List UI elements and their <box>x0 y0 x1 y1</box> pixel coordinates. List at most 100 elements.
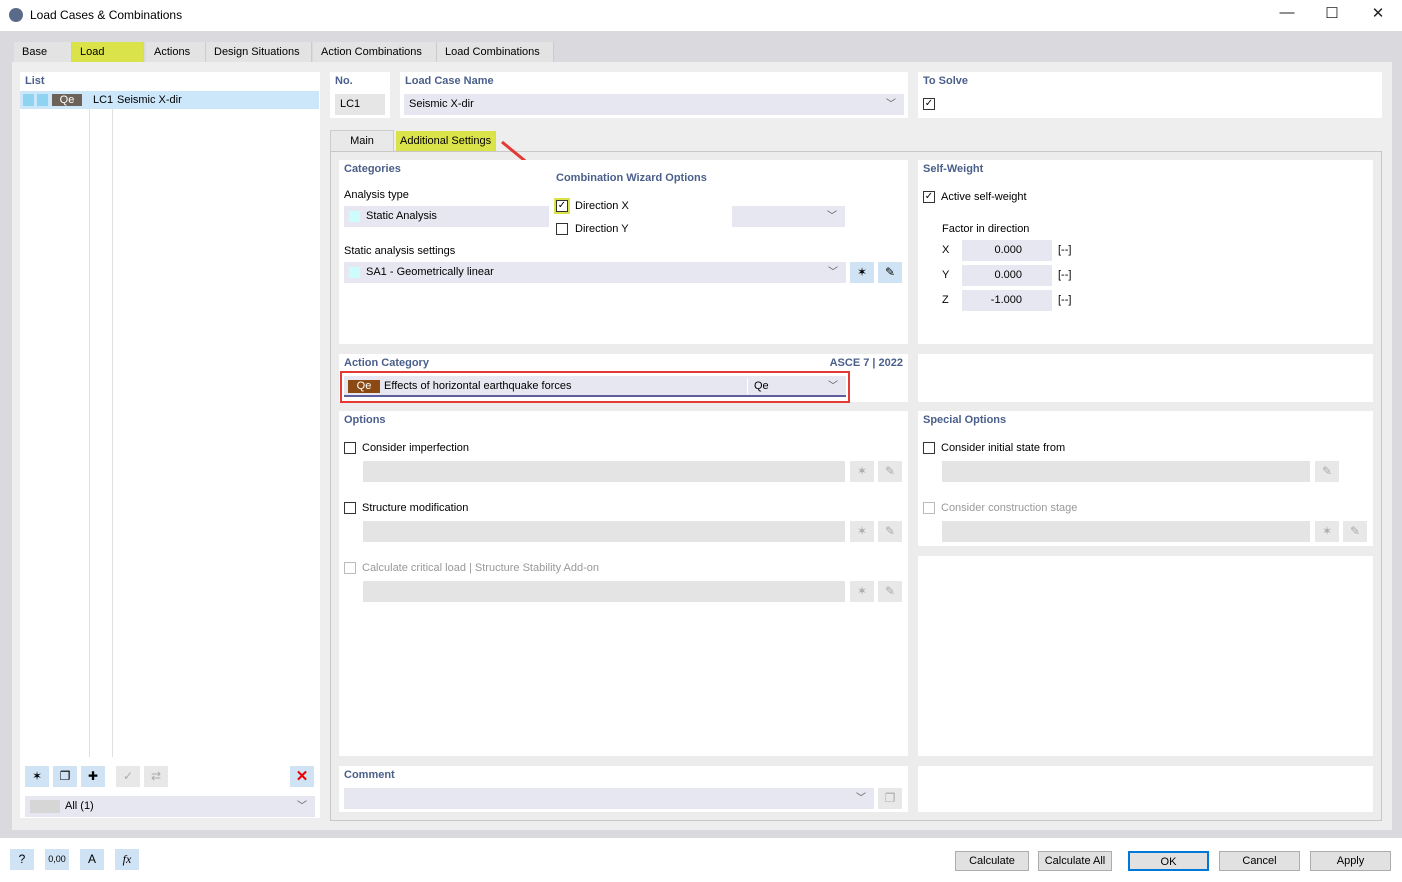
factor-x-input[interactable]: 0.000 <box>962 240 1052 261</box>
subtab-additional-settings[interactable]: Additional Settings <box>396 131 497 151</box>
chevron-down-icon: ﹀ <box>297 801 307 812</box>
item-no: LC1 <box>93 94 114 106</box>
name-label: Load Case Name <box>405 75 494 87</box>
units-icon[interactable]: 0,00 <box>45 849 69 870</box>
direction-y-checkbox[interactable] <box>556 223 568 235</box>
minimize-button[interactable]: — <box>1272 4 1302 21</box>
factor-y-input[interactable]: 0.000 <box>962 265 1052 286</box>
chevron-down-icon: ﹀ <box>886 99 896 110</box>
analysis-type-value: Static Analysis <box>366 210 437 222</box>
comment-header: Comment <box>344 769 395 781</box>
edit-icon[interactable]: ✎ <box>878 581 902 602</box>
list-item[interactable]: Qe LC1 Seismic X-dir <box>20 91 319 109</box>
imperfection-field[interactable] <box>363 461 845 482</box>
category-description: Effects of horizontal earthquake forces <box>384 380 572 392</box>
filter-select[interactable]: All (1) ﹀ <box>25 796 315 817</box>
help-icon[interactable]: ? <box>10 849 34 870</box>
edit-icon[interactable]: ✎ <box>878 461 902 482</box>
tab-actions[interactable]: Actions <box>146 42 206 63</box>
unit-label: [--] <box>1058 244 1072 256</box>
display-settings-icon[interactable]: A <box>80 849 104 870</box>
self-weight-header: Self-Weight <box>923 163 984 175</box>
action-category-panel: Action Category ASCE 7 | 2022 Qe Effects… <box>339 354 908 403</box>
name-panel: Load Case Name Seismic X-dir ﹀ <box>400 72 908 118</box>
special-options-header: Special Options <box>923 414 1007 426</box>
chevron-down-icon: ﹀ <box>828 267 838 278</box>
initial-state-checkbox[interactable] <box>923 442 935 454</box>
copy-icon[interactable]: ❐ <box>53 766 77 787</box>
wizard-select[interactable]: ﹀ <box>732 206 845 227</box>
name-field[interactable]: Seismic X-dir ﹀ <box>404 94 904 115</box>
comment-field[interactable]: ﹀ <box>344 788 874 809</box>
tab-action-combinations[interactable]: Action Combinations <box>313 42 437 63</box>
construction-stage-field[interactable] <box>942 521 1310 542</box>
list-header: List <box>25 75 45 87</box>
categories-panel: Categories Analysis type Static Analysis… <box>339 160 908 344</box>
import-icon[interactable]: ✚ <box>81 766 105 787</box>
unit-label: [--] <box>1058 294 1072 306</box>
critical-load-checkbox[interactable] <box>344 562 356 574</box>
comment-library-icon[interactable]: ❐ <box>878 788 902 809</box>
cancel-button[interactable]: Cancel <box>1219 851 1300 871</box>
category-badge: Qe <box>52 94 82 106</box>
subtab-main[interactable]: Main <box>330 130 394 152</box>
tab-load-cases[interactable]: Load Cases <box>72 42 144 79</box>
close-button[interactable]: ✕ <box>1363 4 1393 22</box>
self-weight-panel: Self-Weight ✓ Active self-weight Factor … <box>918 160 1373 344</box>
list-panel: List Qe LC1 Seismic X-dir ✶ ❐ ✚ ✓ ⇄ ✕ Al… <box>20 72 320 818</box>
imperfection-label: Consider imperfection <box>362 442 469 454</box>
new-icon[interactable]: ✶ <box>850 581 874 602</box>
construction-stage-checkbox[interactable] <box>923 502 935 514</box>
edit-icon[interactable]: ✎ <box>1315 461 1339 482</box>
action-category-header: Action Category <box>344 357 429 369</box>
initial-state-label: Consider initial state from <box>941 442 1066 454</box>
new-settings-icon[interactable]: ✶ <box>850 262 874 283</box>
calculate-button[interactable]: Calculate <box>955 851 1029 871</box>
no-field[interactable]: LC1 <box>335 94 385 115</box>
item-name: Seismic X-dir <box>117 94 182 106</box>
chevron-down-icon: ﹀ <box>828 381 838 392</box>
calculate-all-button[interactable]: Calculate All <box>1038 851 1112 871</box>
static-settings-field[interactable]: SA1 - Geometrically linear ﹀ <box>344 262 846 283</box>
apply-button[interactable]: Apply <box>1310 851 1391 871</box>
new-icon[interactable]: ✶ <box>850 461 874 482</box>
active-self-weight-checkbox[interactable]: ✓ <box>923 191 935 203</box>
imperfection-checkbox[interactable] <box>344 442 356 454</box>
factor-z-input[interactable]: -1.000 <box>962 290 1052 311</box>
tab-load-combinations[interactable]: Load Combinations <box>437 42 554 63</box>
analysis-type-field[interactable]: Static Analysis <box>344 206 549 227</box>
delete-icon[interactable]: ✕ <box>290 766 314 787</box>
initial-state-field[interactable] <box>942 461 1310 482</box>
direction-x-label: Direction X <box>575 200 629 212</box>
tab-design-situations[interactable]: Design Situations <box>206 42 312 63</box>
edit-icon[interactable]: ✎ <box>878 521 902 542</box>
critical-load-field[interactable] <box>363 581 845 602</box>
formula-icon[interactable]: fx <box>115 849 139 870</box>
critical-load-label: Calculate critical load | Structure Stab… <box>362 562 600 574</box>
no-panel: No. LC1 <box>330 72 390 118</box>
window-title: Load Cases & Combinations <box>30 8 183 22</box>
toggle-check-icon[interactable]: ⇄ <box>144 766 168 787</box>
ok-button[interactable]: OK <box>1128 851 1209 871</box>
edit-icon[interactable]: ✎ <box>1343 521 1367 542</box>
options-header: Options <box>344 414 386 426</box>
to-solve-checkbox[interactable]: ✓ <box>923 98 935 110</box>
modification-checkbox[interactable] <box>344 502 356 514</box>
new-icon[interactable]: ✶ <box>1315 521 1339 542</box>
categories-header: Categories <box>344 163 401 175</box>
standard-label: ASCE 7 | 2022 <box>829 357 903 369</box>
category-short: Qe <box>754 380 769 392</box>
wizard-header: Combination Wizard Options <box>556 172 707 184</box>
axis-label: Y <box>942 269 950 281</box>
maximize-button[interactable]: ☐ <box>1317 4 1347 22</box>
special-options-panel: Special Options Consider initial state f… <box>918 411 1373 546</box>
new-icon[interactable]: ✶ <box>850 521 874 542</box>
category-badge: Qe <box>348 380 380 393</box>
action-category-select[interactable]: Qe Effects of horizontal earthquake forc… <box>344 376 846 397</box>
check-all-icon[interactable]: ✓ <box>116 766 140 787</box>
direction-x-checkbox[interactable]: ✓ <box>554 198 570 214</box>
new-icon[interactable]: ✶ <box>25 766 49 787</box>
modification-field[interactable] <box>363 521 845 542</box>
edit-settings-icon[interactable]: ✎ <box>878 262 902 283</box>
tab-base[interactable]: Base <box>14 42 72 63</box>
